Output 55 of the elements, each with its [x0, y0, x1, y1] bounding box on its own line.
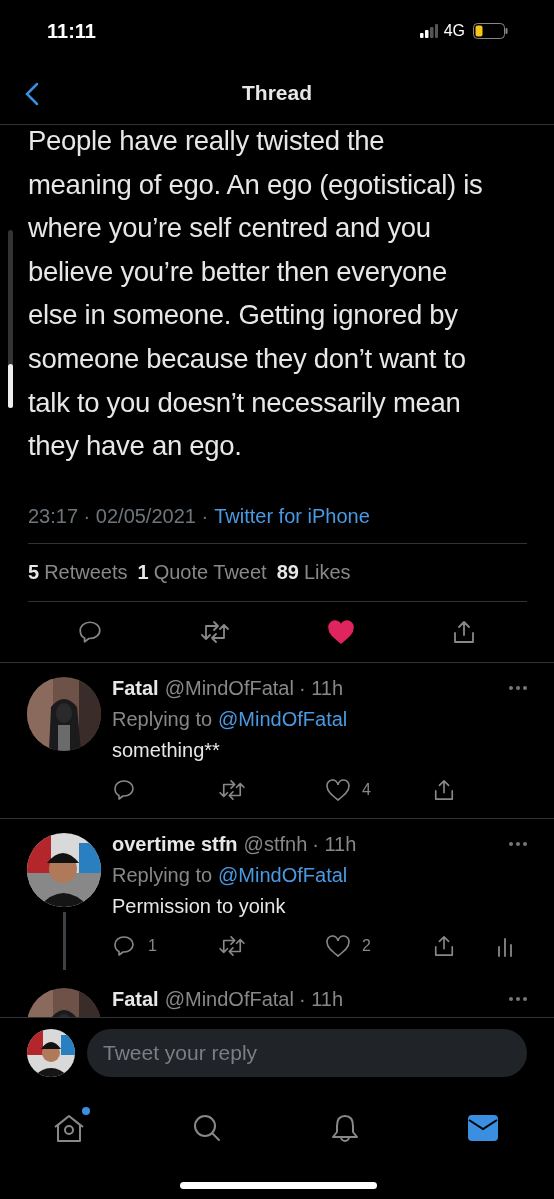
reply-time: · 11h — [312, 832, 357, 856]
battery-icon — [473, 23, 508, 39]
author-handle: @MindOfFatal — [164, 987, 294, 1011]
stat-link[interactable]: Retweets — [44, 560, 128, 584]
signal-icon — [419, 24, 438, 38]
reply-icon[interactable] — [112, 777, 136, 802]
stat-link[interactable]: Likes — [303, 560, 351, 584]
stat-count: 5 — [28, 560, 40, 584]
retweet-icon[interactable] — [219, 778, 245, 801]
like-count: 4 — [362, 780, 371, 799]
retweet-icon[interactable] — [201, 619, 230, 644]
stat-link[interactable]: Quote Tweet — [153, 560, 267, 584]
reply-count: 1 — [148, 936, 157, 955]
stat-count: 1 — [137, 560, 149, 584]
reply-time: · 11h — [298, 987, 344, 1011]
stat-count: 89 — [276, 560, 299, 584]
network-label: 4G — [443, 22, 465, 40]
reply[interactable]: Fatal @MindOfFatal · 11h Replying to @MindOfFatal something** 4 — [0, 662, 554, 819]
heart-icon[interactable] — [326, 934, 350, 957]
reply[interactable]: overtime stfn @stfnh · 11h Replying to @MindOfFatal Permission to yoink 1 2 — [0, 818, 554, 974]
reply-time: · 11h — [298, 676, 344, 700]
more-icon[interactable] — [508, 996, 528, 1003]
mention-link[interactable]: @MindOfFatal — [218, 863, 348, 887]
source-link[interactable]: Twitter for iPhone — [214, 504, 370, 528]
status-time: 11:11 — [47, 19, 96, 43]
back-icon[interactable] — [25, 82, 39, 106]
author-handle: @MindOfFatal — [164, 676, 294, 700]
header-title: Thread — [242, 81, 312, 105]
author-name: Fatal — [112, 987, 159, 1011]
mail-icon[interactable] — [468, 1115, 498, 1141]
more-icon[interactable] — [508, 685, 528, 692]
reply-icon[interactable] — [77, 618, 103, 645]
home-icon[interactable] — [54, 1112, 84, 1144]
reply-text: Permission to yoink — [112, 894, 287, 918]
more-icon[interactable] — [508, 841, 528, 848]
heart-icon[interactable] — [326, 778, 350, 801]
share-icon[interactable] — [433, 777, 455, 802]
author-name: overtime stfn — [112, 832, 238, 856]
replying-label: Replying to — [112, 707, 213, 731]
author-name: Fatal — [112, 676, 159, 700]
reply-icon[interactable] — [112, 933, 136, 958]
replying-label: Replying to — [112, 863, 213, 887]
share-icon[interactable] — [433, 933, 455, 958]
search-icon[interactable] — [192, 1113, 222, 1143]
mention-link[interactable]: @MindOfFatal — [218, 707, 348, 731]
retweet-icon[interactable] — [219, 934, 245, 957]
tweet-timestamp: 23:17 · 02/05/2021 · — [28, 504, 209, 528]
bell-icon[interactable] — [330, 1113, 360, 1143]
like-count: 2 — [362, 936, 371, 955]
heart-icon[interactable] — [327, 619, 354, 644]
tweet-text: People have really twisted the meaning of ego. An ego (egotistical) is where you’re self centred and you believe you’re better then everyone else in someone. Getting ignored by someone because they don’t want to talk to you doesn’t necessarily mean they have an ego. — [28, 125, 484, 464]
author-handle: @stfnh — [243, 832, 308, 856]
reply-field[interactable]: Tweet your reply — [87, 1029, 527, 1077]
share-icon[interactable] — [452, 618, 476, 645]
reply-text: something** — [112, 738, 221, 762]
